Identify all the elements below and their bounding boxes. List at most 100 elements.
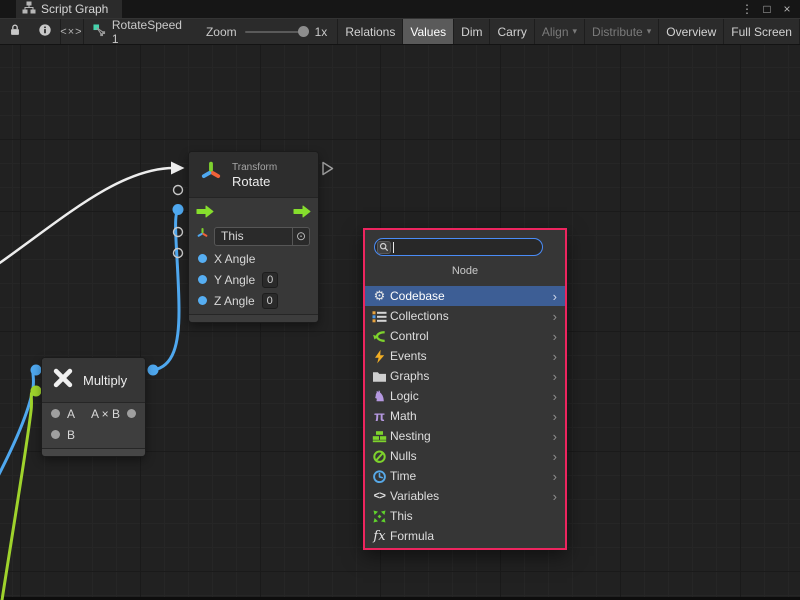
relations-button[interactable]: Relations — [338, 19, 403, 44]
finder-item-formula[interactable]: fx Formula — [365, 526, 565, 546]
node-search-box[interactable] — [374, 238, 543, 256]
y-angle-label: Y Angle — [214, 273, 255, 287]
lock-button[interactable] — [0, 19, 30, 44]
y-angle-port[interactable] — [198, 275, 207, 284]
null-slash-icon — [371, 449, 388, 464]
graph-canvas[interactable]: Transform Rotate — [0, 45, 800, 600]
search-icon — [377, 241, 391, 254]
finder-item-graphs[interactable]: Graphs › — [365, 366, 565, 386]
finder-item-codebase[interactable]: ⚙ Codebase › — [365, 286, 565, 306]
node-category: Transform — [232, 161, 277, 174]
input-a-label: A — [67, 407, 75, 421]
maximize-icon[interactable]: □ — [760, 2, 774, 16]
node-search-input[interactable] — [394, 240, 538, 254]
move-arrows-icon — [371, 509, 388, 524]
zoom-slider[interactable] — [245, 31, 307, 33]
wire-to-multiply-b[interactable] — [0, 391, 36, 600]
y-angle-row: Y Angle 0 — [189, 269, 318, 290]
flow-in-arrow-icon[interactable] — [196, 205, 214, 223]
finder-item-nesting[interactable]: Nesting › — [365, 426, 565, 446]
rotate-node-body: This ⊙ X Angle Y Angle 0 Z Angle 0 — [189, 197, 318, 314]
inspect-button[interactable] — [30, 19, 60, 44]
socket-y-angle[interactable] — [174, 228, 183, 237]
folder-icon — [371, 369, 388, 384]
input-a-port[interactable] — [51, 409, 60, 418]
fullscreen-button[interactable]: Full Screen — [724, 19, 800, 44]
flow-out-socket[interactable] — [323, 163, 333, 175]
values-button[interactable]: Values — [403, 19, 454, 44]
finder-item-control[interactable]: Control › — [365, 326, 565, 346]
finder-item-nulls[interactable]: Nulls › — [365, 446, 565, 466]
z-angle-value-field[interactable]: 0 — [262, 293, 278, 309]
flow-out-arrow-icon[interactable] — [293, 205, 311, 223]
chevron-right-icon: › — [553, 330, 559, 343]
multiply-node-body: A A × B B — [42, 402, 145, 448]
wire-to-multiply-a[interactable] — [0, 370, 36, 482]
graph-tree-icon — [22, 1, 36, 17]
toolbar-buttons: Relations Values Dim Carry Align▾ Distri… — [337, 19, 800, 44]
node-title: Rotate — [232, 174, 277, 189]
code-preview-button[interactable]: <×> — [60, 19, 82, 44]
zoom-slider-handle[interactable] — [298, 26, 309, 37]
transform-rotate-node[interactable]: Transform Rotate — [189, 152, 318, 322]
this-field-value: This — [215, 229, 292, 243]
wire-arrowhead — [171, 162, 185, 175]
chevron-right-icon: › — [553, 390, 559, 403]
multiply-node[interactable]: Multiply A A × B B — [42, 358, 145, 456]
multiply-row-a: A A × B — [42, 403, 145, 424]
finder-item-math[interactable]: π Math › — [365, 406, 565, 426]
finder-item-variables[interactable]: <> Variables › — [365, 486, 565, 506]
this-port-row: This ⊙ — [189, 224, 318, 248]
z-angle-port[interactable] — [198, 296, 207, 305]
finder-item-this[interactable]: This — [365, 506, 565, 526]
finder-list: ⚙ Codebase › Collections › — [365, 286, 565, 546]
multiply-x-icon — [52, 367, 74, 394]
chevron-right-icon: › — [553, 290, 559, 303]
graph-node-icon — [93, 24, 106, 40]
zoom-label: Zoom — [206, 25, 237, 39]
code-icon: <×> — [60, 26, 82, 38]
x-angle-port[interactable] — [198, 254, 207, 263]
chevron-right-icon: › — [553, 410, 559, 423]
multiply-row-b: B — [42, 424, 145, 445]
close-icon[interactable]: × — [780, 2, 794, 16]
finder-item-events[interactable]: Events › — [365, 346, 565, 366]
z-angle-row: Z Angle 0 — [189, 290, 318, 311]
list-icon — [371, 309, 388, 324]
chevron-right-icon: › — [553, 370, 559, 383]
overview-button[interactable]: Overview — [659, 19, 724, 44]
this-object-field[interactable]: This ⊙ — [214, 227, 310, 246]
distribute-button[interactable]: Distribute▾ — [585, 19, 659, 44]
chevron-right-icon: › — [553, 490, 559, 503]
wire-flow-to-rotate[interactable] — [0, 168, 174, 267]
finder-item-collections[interactable]: Collections › — [365, 306, 565, 326]
menu-icon[interactable]: ⋮ — [740, 2, 754, 16]
fx-icon: fx — [371, 529, 388, 544]
rotate-node-footer — [189, 314, 318, 322]
graph-breadcrumb[interactable]: RotateSpeed 1 — [83, 19, 192, 44]
tab-title: Script Graph — [41, 2, 108, 16]
finder-item-logic[interactable]: ♞ Logic › — [365, 386, 565, 406]
tab-bar: Script Graph ⋮ □ × — [0, 0, 800, 18]
branch-arrows-icon — [371, 329, 388, 344]
socket-this[interactable] — [174, 186, 183, 195]
y-angle-value-field[interactable]: 0 — [262, 272, 278, 288]
z-angle-label: Z Angle — [214, 294, 255, 308]
zoom-value: 1x — [315, 25, 328, 39]
finder-item-time[interactable]: Time › — [365, 466, 565, 486]
wire-multiply-to-xangle[interactable] — [153, 210, 179, 370]
dim-button[interactable]: Dim — [454, 19, 490, 44]
multiply-node-footer — [42, 448, 145, 456]
finder-header: Node — [365, 256, 565, 286]
carry-button[interactable]: Carry — [490, 19, 534, 44]
input-b-port[interactable] — [51, 430, 60, 439]
angle-brackets-icon: <> — [371, 489, 388, 504]
align-button[interactable]: Align▾ — [535, 19, 585, 44]
output-port[interactable] — [127, 409, 136, 418]
object-picker-icon[interactable]: ⊙ — [292, 228, 309, 245]
tab-script-graph[interactable]: Script Graph — [16, 0, 122, 18]
info-icon — [38, 23, 52, 40]
rotate-node-header[interactable]: Transform Rotate — [189, 152, 318, 197]
socket-z-angle[interactable] — [174, 249, 183, 258]
multiply-node-header[interactable]: Multiply — [42, 358, 145, 402]
